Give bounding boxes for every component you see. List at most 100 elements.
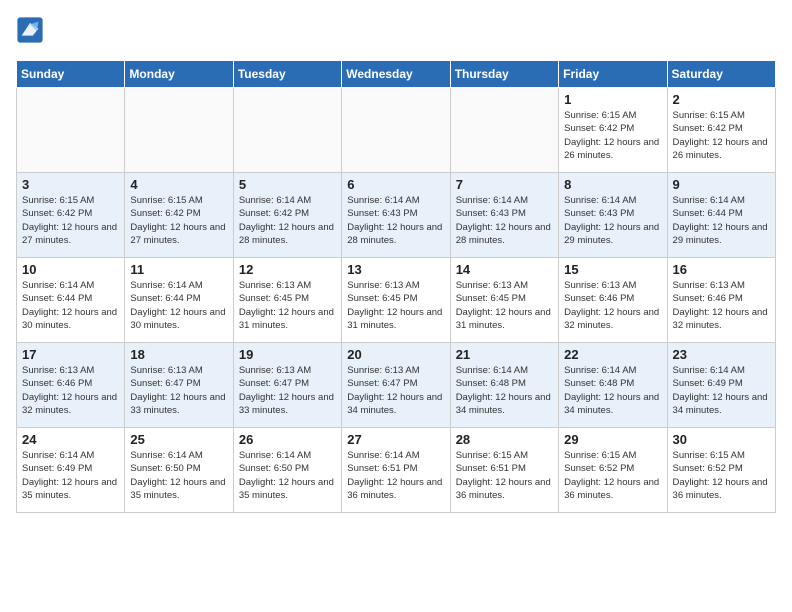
calendar-cell: 16 Sunrise: 6:13 AM Sunset: 6:46 PM Dayli… [667, 258, 775, 343]
calendar-cell: 22 Sunrise: 6:14 AM Sunset: 6:48 PM Dayli… [559, 343, 667, 428]
day-number: 21 [456, 347, 553, 362]
day-info: Sunrise: 6:13 AM Sunset: 6:46 PM Dayligh… [673, 279, 770, 332]
day-number: 14 [456, 262, 553, 277]
day-info: Sunrise: 6:14 AM Sunset: 6:43 PM Dayligh… [347, 194, 444, 247]
calendar-cell [17, 88, 125, 173]
day-info: Sunrise: 6:15 AM Sunset: 6:42 PM Dayligh… [673, 109, 770, 162]
calendar-cell: 11 Sunrise: 6:14 AM Sunset: 6:44 PM Dayli… [125, 258, 233, 343]
day-info: Sunrise: 6:13 AM Sunset: 6:45 PM Dayligh… [347, 279, 444, 332]
day-info: Sunrise: 6:13 AM Sunset: 6:47 PM Dayligh… [239, 364, 336, 417]
logo-icon [16, 16, 44, 44]
day-info: Sunrise: 6:14 AM Sunset: 6:43 PM Dayligh… [456, 194, 553, 247]
calendar-cell: 3 Sunrise: 6:15 AM Sunset: 6:42 PM Daylig… [17, 173, 125, 258]
calendar-cell: 8 Sunrise: 6:14 AM Sunset: 6:43 PM Daylig… [559, 173, 667, 258]
day-number: 6 [347, 177, 444, 192]
weekday-header-row: SundayMondayTuesdayWednesdayThursdayFrid… [17, 61, 776, 88]
calendar-cell [342, 88, 450, 173]
calendar-cell: 4Sunrise: 6:15 AM Sunset: 6:42 PM Daylig… [125, 173, 233, 258]
day-number: 3 [22, 177, 119, 192]
day-number: 9 [673, 177, 770, 192]
weekday-header: Tuesday [233, 61, 341, 88]
weekday-header: Friday [559, 61, 667, 88]
calendar-cell: 7 Sunrise: 6:14 AM Sunset: 6:43 PM Daylig… [450, 173, 558, 258]
day-number: 29 [564, 432, 661, 447]
day-info: Sunrise: 6:14 AM Sunset: 6:48 PM Dayligh… [564, 364, 661, 417]
day-number: 30 [673, 432, 770, 447]
day-info: Sunrise: 6:13 AM Sunset: 6:47 PM Dayligh… [130, 364, 227, 417]
calendar-cell: 18 Sunrise: 6:13 AM Sunset: 6:47 PM Dayli… [125, 343, 233, 428]
calendar-cell: 15Sunrise: 6:13 AM Sunset: 6:46 PM Dayli… [559, 258, 667, 343]
calendar-cell: 9 Sunrise: 6:14 AM Sunset: 6:44 PM Daylig… [667, 173, 775, 258]
day-number: 15 [564, 262, 661, 277]
calendar-cell: 21 Sunrise: 6:14 AM Sunset: 6:48 PM Dayli… [450, 343, 558, 428]
day-info: Sunrise: 6:14 AM Sunset: 6:48 PM Dayligh… [456, 364, 553, 417]
day-info: Sunrise: 6:15 AM Sunset: 6:51 PM Dayligh… [456, 449, 553, 502]
calendar-cell: 24 Sunrise: 6:14 AM Sunset: 6:49 PM Dayli… [17, 428, 125, 513]
calendar-cell: 30 Sunrise: 6:15 AM Sunset: 6:52 PM Dayli… [667, 428, 775, 513]
day-number: 2 [673, 92, 770, 107]
day-number: 23 [673, 347, 770, 362]
calendar-week-row: 17 Sunrise: 6:13 AM Sunset: 6:46 PM Dayli… [17, 343, 776, 428]
day-info: Sunrise: 6:14 AM Sunset: 6:51 PM Dayligh… [347, 449, 444, 502]
calendar-cell: 26 Sunrise: 6:14 AM Sunset: 6:50 PM Dayli… [233, 428, 341, 513]
day-number: 1 [564, 92, 661, 107]
day-number: 25 [130, 432, 227, 447]
calendar-cell: 5Sunrise: 6:14 AM Sunset: 6:42 PM Daylig… [233, 173, 341, 258]
day-number: 18 [130, 347, 227, 362]
day-number: 4 [130, 177, 227, 192]
day-number: 5 [239, 177, 336, 192]
calendar-week-row: 24 Sunrise: 6:14 AM Sunset: 6:49 PM Dayli… [17, 428, 776, 513]
calendar-cell [125, 88, 233, 173]
calendar-week-row: 3 Sunrise: 6:15 AM Sunset: 6:42 PM Daylig… [17, 173, 776, 258]
day-number: 27 [347, 432, 444, 447]
calendar-cell [233, 88, 341, 173]
day-number: 24 [22, 432, 119, 447]
day-number: 26 [239, 432, 336, 447]
day-number: 11 [130, 262, 227, 277]
day-number: 10 [22, 262, 119, 277]
day-info: Sunrise: 6:14 AM Sunset: 6:50 PM Dayligh… [130, 449, 227, 502]
day-info: Sunrise: 6:14 AM Sunset: 6:43 PM Dayligh… [564, 194, 661, 247]
day-number: 16 [673, 262, 770, 277]
day-info: Sunrise: 6:15 AM Sunset: 6:42 PM Dayligh… [22, 194, 119, 247]
day-number: 19 [239, 347, 336, 362]
weekday-header: Monday [125, 61, 233, 88]
calendar-cell: 12Sunrise: 6:13 AM Sunset: 6:45 PM Dayli… [233, 258, 341, 343]
day-info: Sunrise: 6:13 AM Sunset: 6:46 PM Dayligh… [22, 364, 119, 417]
day-number: 7 [456, 177, 553, 192]
day-info: Sunrise: 6:14 AM Sunset: 6:49 PM Dayligh… [673, 364, 770, 417]
day-info: Sunrise: 6:15 AM Sunset: 6:52 PM Dayligh… [673, 449, 770, 502]
day-info: Sunrise: 6:14 AM Sunset: 6:44 PM Dayligh… [673, 194, 770, 247]
calendar-cell: 1 Sunrise: 6:15 AM Sunset: 6:42 PM Daylig… [559, 88, 667, 173]
calendar-cell: 14 Sunrise: 6:13 AM Sunset: 6:45 PM Dayli… [450, 258, 558, 343]
calendar-cell: 2 Sunrise: 6:15 AM Sunset: 6:42 PM Daylig… [667, 88, 775, 173]
calendar-cell [450, 88, 558, 173]
calendar-cell: 28Sunrise: 6:15 AM Sunset: 6:51 PM Dayli… [450, 428, 558, 513]
day-number: 12 [239, 262, 336, 277]
calendar-cell: 27 Sunrise: 6:14 AM Sunset: 6:51 PM Dayli… [342, 428, 450, 513]
weekday-header: Wednesday [342, 61, 450, 88]
day-info: Sunrise: 6:15 AM Sunset: 6:42 PM Dayligh… [564, 109, 661, 162]
calendar-week-row: 10 Sunrise: 6:14 AM Sunset: 6:44 PM Dayli… [17, 258, 776, 343]
day-number: 8 [564, 177, 661, 192]
calendar-cell: 29 Sunrise: 6:15 AM Sunset: 6:52 PM Dayli… [559, 428, 667, 513]
weekday-header: Sunday [17, 61, 125, 88]
weekday-header: Thursday [450, 61, 558, 88]
weekday-header: Saturday [667, 61, 775, 88]
day-info: Sunrise: 6:14 AM Sunset: 6:44 PM Dayligh… [130, 279, 227, 332]
logo [16, 16, 48, 44]
calendar-cell: 13 Sunrise: 6:13 AM Sunset: 6:45 PM Dayli… [342, 258, 450, 343]
day-info: Sunrise: 6:14 AM Sunset: 6:50 PM Dayligh… [239, 449, 336, 502]
day-info: Sunrise: 6:15 AM Sunset: 6:52 PM Dayligh… [564, 449, 661, 502]
day-info: Sunrise: 6:14 AM Sunset: 6:49 PM Dayligh… [22, 449, 119, 502]
calendar-cell: 23 Sunrise: 6:14 AM Sunset: 6:49 PM Dayli… [667, 343, 775, 428]
day-number: 13 [347, 262, 444, 277]
day-number: 17 [22, 347, 119, 362]
day-info: Sunrise: 6:13 AM Sunset: 6:45 PM Dayligh… [456, 279, 553, 332]
day-number: 22 [564, 347, 661, 362]
calendar-cell: 20Sunrise: 6:13 AM Sunset: 6:47 PM Dayli… [342, 343, 450, 428]
calendar-cell: 25 Sunrise: 6:14 AM Sunset: 6:50 PM Dayli… [125, 428, 233, 513]
calendar-cell: 19 Sunrise: 6:13 AM Sunset: 6:47 PM Dayli… [233, 343, 341, 428]
calendar-cell: 17 Sunrise: 6:13 AM Sunset: 6:46 PM Dayli… [17, 343, 125, 428]
day-number: 20 [347, 347, 444, 362]
